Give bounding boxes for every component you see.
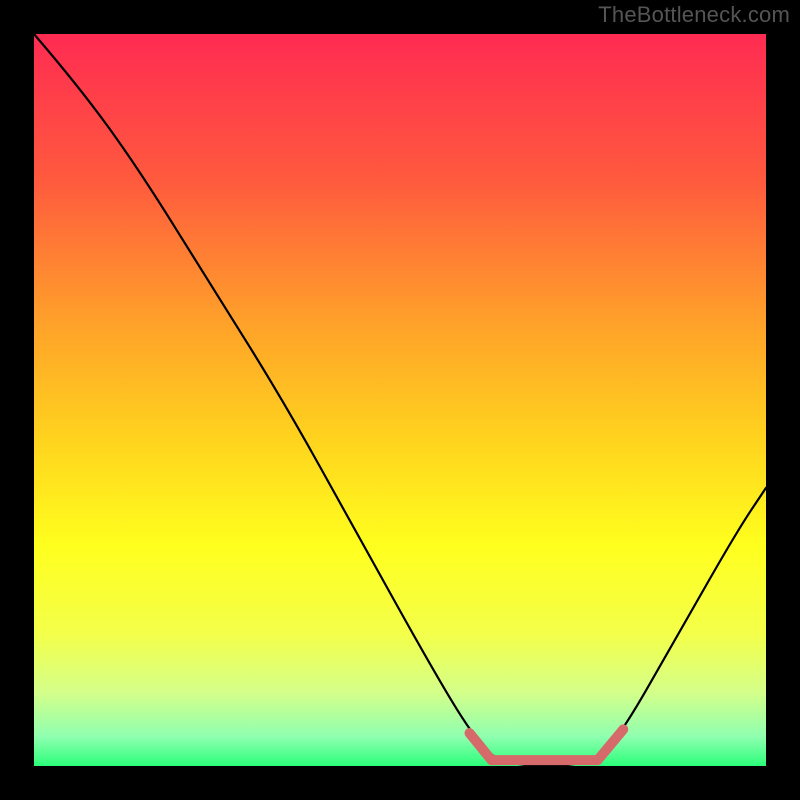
chart-plot xyxy=(34,34,766,766)
gradient-background xyxy=(34,34,766,766)
chart-frame: TheBottleneck.com xyxy=(0,0,800,800)
watermark-text: TheBottleneck.com xyxy=(598,2,790,28)
